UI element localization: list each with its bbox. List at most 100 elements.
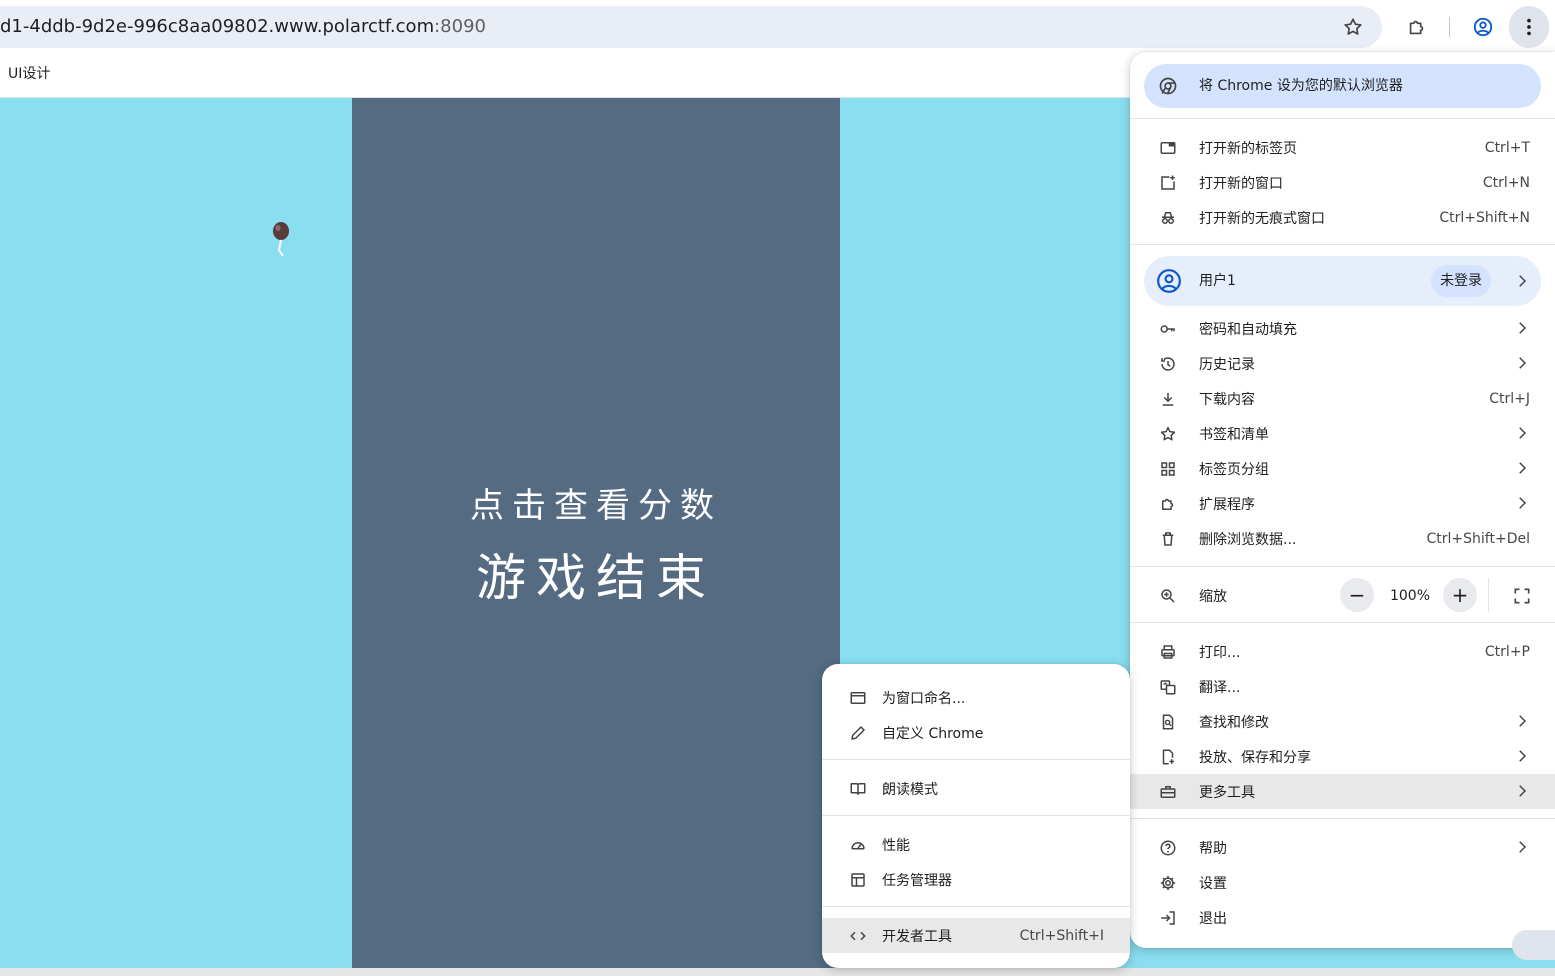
menu-item-incognito[interactable]: 打开新的无痕式窗口 Ctrl+Shift+N	[1130, 200, 1555, 235]
signed-out-badge: 未登录	[1431, 265, 1491, 297]
printer-icon	[1158, 642, 1178, 662]
profile-icon[interactable]	[1466, 10, 1500, 44]
submenu-item-performance[interactable]: 性能	[822, 827, 1130, 862]
menu-item-history[interactable]: 历史记录	[1130, 346, 1555, 381]
menu-item-zoom: 缩放 − 100% +	[1130, 578, 1555, 613]
game-board[interactable]: 点击查看分数 游戏结束	[352, 98, 840, 968]
menu-item-clear-data[interactable]: 删除浏览数据... Ctrl+Shift+Del	[1130, 521, 1555, 556]
submenu-item-label: 自定义 Chrome	[882, 725, 984, 742]
menu-separator	[1130, 818, 1555, 819]
menu-item-label: 密码和自动填充	[1199, 321, 1297, 338]
menu-item-exit[interactable]: 退出	[1130, 900, 1555, 935]
menu-separator	[1130, 118, 1555, 119]
submenu-item-devtools[interactable]: 开发者工具 Ctrl+Shift+I	[822, 918, 1130, 953]
menu-item-label: 查找和修改	[1199, 714, 1269, 731]
extensions-icon[interactable]	[1400, 10, 1434, 44]
new-tab-icon	[1158, 138, 1178, 158]
fullscreen-icon[interactable]	[1512, 586, 1532, 606]
bookmark-item[interactable]: UI设计	[8, 52, 50, 98]
menu-item-passwords[interactable]: 密码和自动填充	[1130, 311, 1555, 346]
menu-item-extensions[interactable]: 扩展程序	[1130, 486, 1555, 521]
menu-item-label: 扩展程序	[1199, 496, 1255, 513]
chevron-right-icon	[1519, 462, 1527, 474]
address-bar[interactable]: d1-4ddb-9d2e-996c8aa09802.www.polarctf.c…	[0, 6, 1382, 48]
kebab-menu-icon[interactable]	[1512, 10, 1546, 44]
chevron-right-icon	[1519, 785, 1527, 797]
set-default-browser-button[interactable]: 将 Chrome 设为您的默认浏览器	[1144, 64, 1541, 108]
star-icon[interactable]	[1336, 10, 1370, 44]
chevron-right-icon	[1519, 427, 1527, 439]
book-icon	[848, 779, 868, 799]
chevron-right-icon	[1519, 322, 1527, 334]
zoom-in-button[interactable]: +	[1443, 578, 1477, 612]
menu-item-new-window[interactable]: 打开新的窗口 Ctrl+N	[1130, 165, 1555, 200]
url-text[interactable]: d1-4ddb-9d2e-996c8aa09802.www.polarctf.c…	[0, 6, 486, 48]
submenu-item-name-window[interactable]: 为窗口命名...	[822, 680, 1130, 715]
view-score-link[interactable]: 点击查看分数	[352, 478, 840, 527]
chevron-right-icon	[1519, 750, 1527, 762]
help-icon	[1158, 838, 1178, 858]
more-tools-submenu: 为窗口命名... 自定义 Chrome 朗读模式 性能 任务管理器 开发者工具 …	[822, 664, 1130, 968]
history-icon	[1158, 354, 1178, 374]
menu-item-settings[interactable]: 设置	[1130, 865, 1555, 900]
game-over-text: 游戏结束	[476, 549, 716, 607]
zoom-level: 100%	[1389, 587, 1431, 604]
menu-item-new-tab[interactable]: 打开新的标签页 Ctrl+T	[1130, 130, 1555, 165]
menu-item-cast-save-share[interactable]: 投放、保存和分享	[1130, 739, 1555, 774]
menu-item-shortcut: Ctrl+T	[1484, 139, 1530, 156]
menu-item-label: 书签和清单	[1199, 426, 1269, 443]
chevron-right-icon	[1519, 357, 1527, 369]
speedometer-icon	[848, 835, 868, 855]
menu-item-label: 打印...	[1199, 644, 1241, 661]
menu-item-find[interactable]: 查找和修改	[1130, 704, 1555, 739]
menu-item-print[interactable]: 打印... Ctrl+P	[1130, 634, 1555, 669]
submenu-item-shortcut: Ctrl+Shift+I	[1019, 927, 1104, 944]
code-icon	[848, 926, 868, 946]
menu-item-shortcut: Ctrl+N	[1482, 174, 1530, 191]
menu-item-shortcut: Ctrl+J	[1489, 390, 1530, 407]
submenu-item-customize-chrome[interactable]: 自定义 Chrome	[822, 715, 1130, 750]
url-port: :8090	[434, 16, 486, 37]
menu-item-shortcut: Ctrl+P	[1484, 643, 1530, 660]
menu-item-label: 历史记录	[1199, 356, 1255, 373]
menu-item-help[interactable]: 帮助	[1130, 830, 1555, 865]
exit-icon	[1158, 908, 1178, 928]
pencil-icon	[848, 723, 868, 743]
browser-toolbar: d1-4ddb-9d2e-996c8aa09802.www.polarctf.c…	[0, 0, 1555, 52]
submenu-item-label: 为窗口命名...	[882, 690, 966, 707]
set-default-browser-label: 将 Chrome 设为您的默认浏览器	[1199, 78, 1403, 94]
find-icon	[1158, 712, 1178, 732]
submenu-item-reading-mode[interactable]: 朗读模式	[822, 771, 1130, 806]
submenu-item-label: 朗读模式	[882, 781, 938, 798]
menu-item-label: 删除浏览数据...	[1199, 531, 1297, 548]
menu-item-label: 投放、保存和分享	[1199, 749, 1311, 766]
menu-item-tab-groups[interactable]: 标签页分组	[1130, 451, 1555, 486]
menu-separator	[1130, 566, 1555, 567]
submenu-item-task-manager[interactable]: 任务管理器	[822, 862, 1130, 897]
menu-item-bookmarks[interactable]: 书签和清单	[1130, 416, 1555, 451]
new-window-icon	[1158, 173, 1178, 193]
menu-separator	[1130, 244, 1555, 245]
submenu-item-label: 性能	[882, 837, 910, 854]
menu-item-shortcut: Ctrl+Shift+N	[1439, 209, 1530, 226]
side-panel-handle[interactable]	[1512, 930, 1555, 960]
menu-item-label: 下载内容	[1199, 391, 1255, 408]
menu-item-shortcut: Ctrl+Shift+Del	[1426, 530, 1530, 547]
zoom-out-button[interactable]: −	[1340, 578, 1374, 612]
extensions-icon	[1158, 494, 1178, 514]
menu-item-label: 退出	[1199, 910, 1227, 927]
profile-row[interactable]: 用户1 未登录	[1144, 256, 1541, 306]
zoom-icon	[1158, 586, 1178, 606]
toolbox-icon	[1158, 782, 1178, 802]
menu-item-label: 帮助	[1199, 840, 1227, 857]
menu-item-downloads[interactable]: 下载内容 Ctrl+J	[1130, 381, 1555, 416]
chevron-right-icon	[1519, 841, 1527, 853]
download-icon	[1158, 389, 1178, 409]
chrome-main-menu: 将 Chrome 设为您的默认浏览器 打开新的标签页 Ctrl+T 打开新的窗口…	[1130, 52, 1555, 948]
menu-item-translate[interactable]: 翻译...	[1130, 669, 1555, 704]
menu-separator	[822, 815, 1130, 816]
menu-item-label: 打开新的窗口	[1199, 175, 1283, 192]
menu-item-label: 打开新的标签页	[1199, 140, 1297, 157]
menu-item-more-tools[interactable]: 更多工具	[1130, 774, 1555, 809]
zoom-separator	[1488, 578, 1489, 612]
